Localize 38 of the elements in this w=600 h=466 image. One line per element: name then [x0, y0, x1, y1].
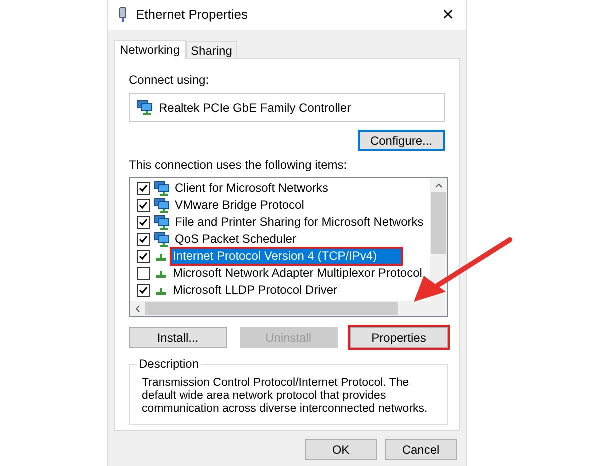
checkbox[interactable] [137, 233, 150, 246]
scroll-thumb[interactable] [145, 302, 398, 315]
window-title: Ethernet Properties [136, 6, 250, 24]
ethernet-plug-icon [118, 7, 128, 23]
network-computer-icon [154, 198, 170, 214]
description-text: Transmission Control Protocol/Internet Protocol. The default wide area network protocol that provides communication across diverse interconnected networks. [142, 377, 429, 416]
checkbox[interactable] [137, 216, 150, 229]
description-title: Description [137, 357, 202, 371]
adapter-field: Realtek PCIe GbE Family Controller [129, 93, 445, 122]
list-item[interactable]: Microsoft LLDP Protocol Driver [172, 283, 338, 298]
items-label: This connection uses the following items: [129, 157, 348, 174]
tab[interactable]: Sharing [186, 41, 238, 58]
network-computer-icon [154, 232, 170, 248]
checkbox[interactable] [137, 199, 150, 212]
network-computer-icon [154, 180, 170, 196]
tab[interactable]: Networking [114, 40, 186, 59]
checkbox[interactable] [137, 182, 150, 195]
horizontal-scrollbar[interactable] [130, 301, 447, 316]
list-item[interactable]: Microsoft Network Adapter Multiplexor Protocol [172, 266, 424, 281]
checkbox[interactable] [137, 250, 150, 263]
scroll-thumb[interactable] [431, 192, 446, 254]
checkbox[interactable] [137, 267, 150, 280]
close-button[interactable]: × [442, 5, 454, 25]
list-item[interactable]: File and Printer Sharing for Microsoft Networks [174, 215, 425, 230]
dialog-button[interactable]: Properties [350, 327, 448, 348]
network-computer-icon [154, 214, 170, 230]
list-item[interactable]: Internet Protocol Version 4 (TCP/IPv4) [172, 249, 402, 264]
network-computer-icon [137, 100, 153, 116]
checkbox[interactable] [137, 284, 150, 297]
vertical-scrollbar[interactable] [430, 178, 447, 301]
dialog-button[interactable]: OK [305, 439, 377, 460]
list-item[interactable]: VMware Bridge Protocol [174, 198, 306, 213]
list-item[interactable]: QoS Packet Scheduler [174, 232, 298, 247]
list-item[interactable]: Client for Microsoft Networks [174, 181, 330, 196]
configure-button[interactable]: Configure... [358, 130, 445, 151]
dialog-button[interactable]: Cancel [385, 439, 457, 460]
dialog-button[interactable]: Install... [129, 327, 227, 348]
connect-using-label: Connect using: [129, 72, 210, 89]
